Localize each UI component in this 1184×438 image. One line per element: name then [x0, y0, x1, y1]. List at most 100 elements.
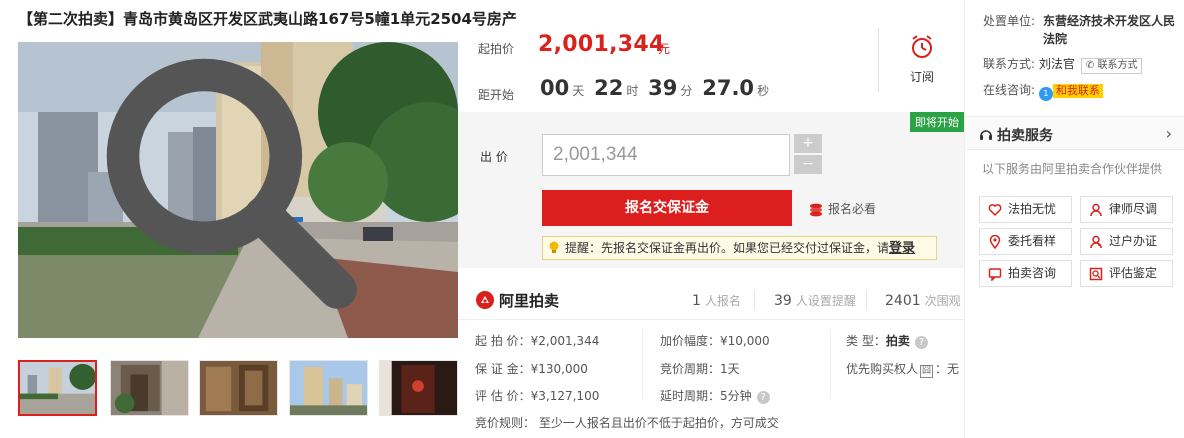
- org-label: 处置单位:: [983, 14, 1036, 28]
- location-pin-icon: [989, 235, 1001, 249]
- start-price-label: 起拍价: [478, 42, 515, 56]
- bid-panel: 即将开始 出 价 2,001,344 + − 报名交保证金 报名必看 提醒：先报…: [458, 112, 964, 268]
- thumbnail-image: [380, 361, 457, 415]
- service-appraisal[interactable]: 评估鉴定: [1080, 260, 1173, 287]
- chat-bubble-icon: [988, 268, 1002, 281]
- thumbnail-1[interactable]: [18, 360, 97, 416]
- chat-row: 在线咨询: 1 和我联系: [983, 81, 1103, 101]
- column-divider: [642, 330, 643, 398]
- zoom-icon[interactable]: [18, 42, 454, 334]
- login-link[interactable]: 登录: [889, 241, 915, 256]
- phone-icon: ✆: [1085, 60, 1095, 71]
- info-bid-rule: 竞价规则： 至少一人报名且出价不低于起拍价，方可成交: [475, 416, 779, 430]
- service-transfer[interactable]: 过户办证: [1080, 228, 1173, 255]
- view-count-value: 2401: [885, 293, 921, 309]
- thumbnail-3[interactable]: [199, 360, 278, 416]
- chat-icon: 1: [1038, 87, 1053, 101]
- start-price-value: 2,001,344: [538, 32, 665, 57]
- coins-icon: [810, 203, 822, 216]
- services-title: 拍卖服务: [979, 125, 1053, 145]
- service-lawyer-check[interactable]: 律师尽调: [1080, 196, 1173, 223]
- service-label: 委托看样: [1008, 234, 1057, 248]
- countdown-seconds-unit: 秒: [757, 84, 770, 98]
- service-label: 法拍无忧: [1008, 202, 1057, 216]
- stats-divider: [866, 290, 867, 310]
- contact-label: 联系方式:: [983, 57, 1036, 71]
- org-value: 东营经济技术开发区人民法院: [1043, 14, 1176, 46]
- view-count-label: 次围观: [924, 294, 961, 308]
- main-property-photo[interactable]: [18, 42, 458, 338]
- signup-count: 1 人报名: [692, 292, 741, 309]
- help-icon[interactable]: ?: [914, 336, 928, 349]
- service-legal-auction[interactable]: 法拍无忧: [979, 196, 1072, 223]
- auction-services-header[interactable]: 拍卖服务 ›: [965, 116, 1184, 150]
- column-divider: [830, 330, 831, 398]
- info-type-value: 拍卖: [885, 334, 910, 348]
- countdown-timer: 00 天 22 时 39 分 27.0 秒: [540, 76, 775, 100]
- subscribe-button[interactable]: 订阅: [900, 34, 944, 85]
- price-panel: 起拍价 2,001,344 元 距开始 00 天 22 时 39 分 27.0 秒 订阅: [458, 20, 964, 112]
- panel-divider: [964, 0, 965, 438]
- person-transfer-icon: [1090, 235, 1102, 249]
- reminder-count-value: 39: [774, 293, 792, 309]
- magnifier-document-icon: [1089, 267, 1103, 281]
- priority-badge: 囧: [920, 365, 934, 378]
- pay-deposit-button[interactable]: 报名交保证金: [542, 190, 792, 226]
- subscribe-label: 订阅: [909, 70, 934, 84]
- services-note: 以下服务由阿里拍卖合作伙伴提供: [982, 162, 1163, 176]
- thumbnail-image: [290, 361, 367, 415]
- countdown-minutes: 39: [648, 76, 678, 100]
- ali-auction-logo-icon: [476, 291, 494, 309]
- price-unit: 元: [658, 42, 671, 56]
- info-period: 竞价周期：1天: [660, 362, 740, 376]
- divider: [878, 28, 879, 92]
- contact-name: 刘法官: [1038, 57, 1075, 71]
- increase-bid-button[interactable]: +: [794, 134, 822, 153]
- thumbnail-strip: [18, 360, 458, 416]
- contact-me-button[interactable]: 和我联系: [1052, 84, 1103, 98]
- services-title-text: 拍卖服务: [997, 128, 1053, 144]
- countdown-days-unit: 天: [572, 84, 585, 98]
- info-start-price: 起 拍 价：¥2,001,344: [475, 334, 600, 348]
- info-type: 类 型：拍卖?: [846, 332, 928, 349]
- chevron-right-icon: ›: [1165, 124, 1172, 143]
- auction-page: 【第二次拍卖】青岛市黄岛区开发区武夷山路167号5幢1单元2504号房产 起拍价…: [0, 0, 1184, 438]
- chat-label: 在线咨询:: [983, 83, 1036, 97]
- service-viewing[interactable]: 委托看样: [979, 228, 1072, 255]
- view-count: 2401 次围观: [885, 292, 961, 309]
- signup-guide-link[interactable]: 报名必看: [808, 200, 876, 217]
- countdown-hours: 22: [594, 76, 624, 100]
- signup-count-value: 1: [692, 293, 701, 309]
- contact-info-button[interactable]: ✆ 联系方式: [1080, 58, 1143, 74]
- bid-label: 出 价: [480, 150, 508, 164]
- info-priority: 优先购买权人囧：无: [846, 360, 959, 378]
- info-delay: 延时周期：5分钟?: [660, 387, 770, 404]
- reminder-count: 39 人设置提醒: [774, 292, 856, 309]
- signup-count-label: 人报名: [704, 294, 741, 308]
- page-title: 【第二次拍卖】青岛市黄岛区开发区武夷山路167号5幢1单元2504号房产: [18, 10, 517, 28]
- bid-amount-input[interactable]: 2,001,344: [542, 134, 790, 176]
- ali-auction-logo-text: 阿里拍卖: [499, 292, 560, 310]
- reminder-text: 提醒：先报名交保证金再出价。如果您已经交付过保证金，请: [565, 241, 890, 255]
- help-icon[interactable]: ?: [756, 391, 770, 404]
- headset-icon: [980, 130, 992, 140]
- reminder-count-label: 人设置提醒: [795, 294, 856, 308]
- lawyer-icon: [1090, 203, 1102, 217]
- countdown-days: 00: [540, 76, 570, 100]
- info-appraisal: 评 估 价：¥3,127,100: [475, 389, 600, 403]
- status-badge: 即将开始: [910, 112, 964, 132]
- ali-auction-logo: 阿里拍卖: [476, 290, 559, 311]
- thumbnail-2[interactable]: [110, 360, 189, 416]
- service-label: 评估鉴定: [1109, 266, 1158, 280]
- info-priority-label: 优先购买权人: [846, 362, 919, 376]
- countdown-label: 距开始: [478, 88, 515, 102]
- contact-row: 联系方式: 刘法官 ✆ 联系方式: [983, 55, 1143, 74]
- alarm-clock-icon: [912, 35, 932, 58]
- decrease-bid-button[interactable]: −: [794, 155, 822, 174]
- service-label: 拍卖咨询: [1008, 266, 1057, 280]
- info-increment: 加价幅度：¥10,000: [660, 334, 770, 348]
- thumbnail-5[interactable]: [379, 360, 458, 416]
- service-consulting[interactable]: 拍卖咨询: [979, 260, 1072, 287]
- thumbnail-image: [20, 362, 95, 414]
- thumbnail-4[interactable]: [289, 360, 368, 416]
